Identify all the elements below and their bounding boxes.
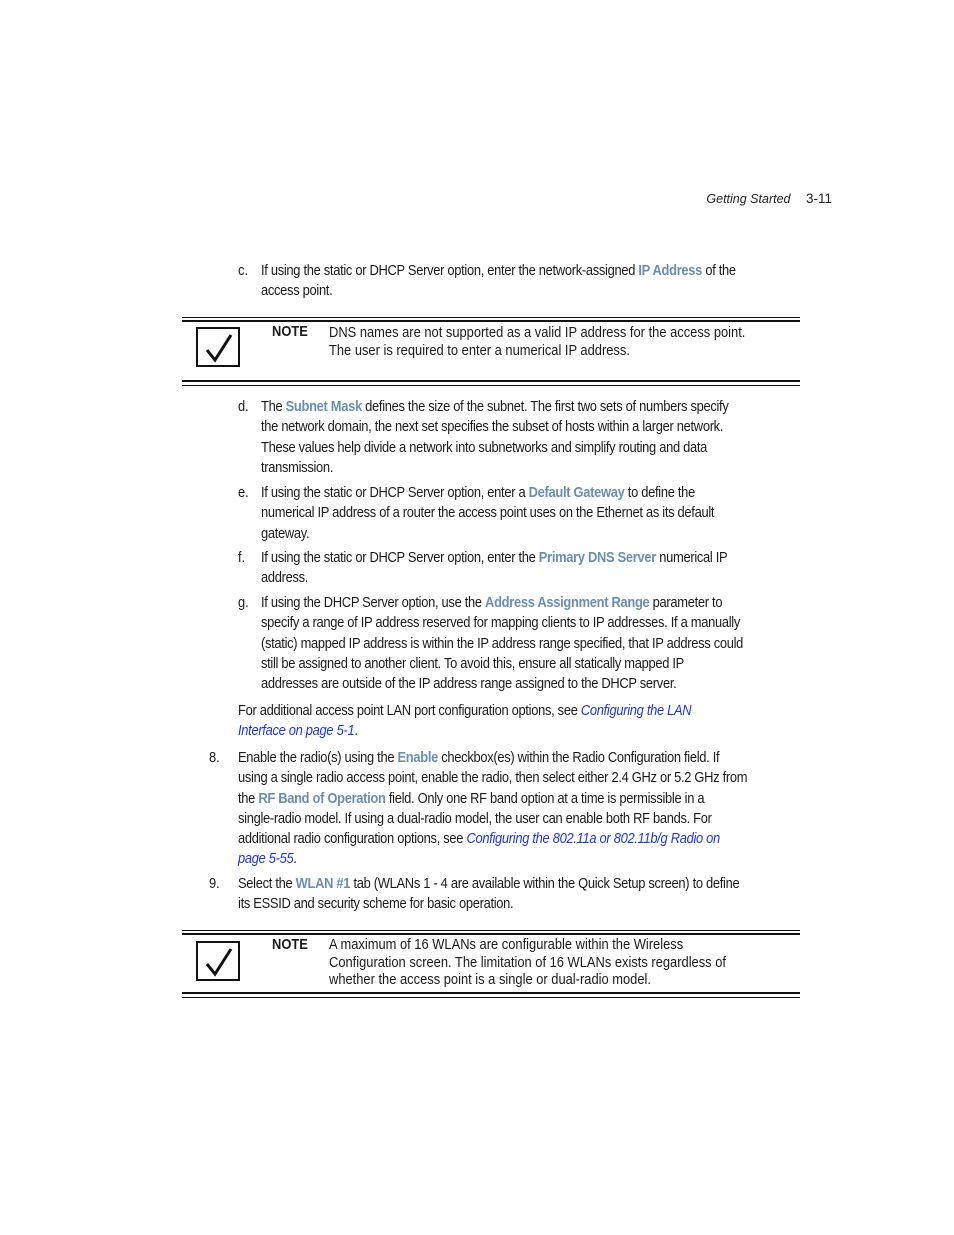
term-rf-band-of-operation: RF Band of Operation [258,789,386,807]
header-section-title: Getting Started [706,192,791,206]
note-text: A maximum of 16 WLANs are configurable w… [329,936,726,988]
note-divider [182,380,800,386]
term-subnet-mask: Subnet Mask [285,398,363,415]
step-d-label: d. [238,398,249,415]
note-divider [182,992,800,998]
link-configuring-lan-interface[interactable]: Configuring the LAN [581,702,692,719]
note-label: NOTE [272,936,308,953]
step-8-text: Enable the radio(s) using the Enable che… [238,749,748,868]
term-address-assignment-range: Address Assignment Range [485,594,650,611]
term-default-gateway: Default Gateway [528,484,625,501]
note-text: DNS names are not supported as a valid I… [329,324,746,359]
term-ip-address: IP Address [638,262,703,279]
checkmark-icon [196,941,240,981]
step-9-label: 9. [209,875,220,892]
page-number: 3-11 [805,191,832,206]
lan-config-paragraph: For additional access point LAN port con… [238,702,692,740]
term-wlan-1: WLAN #1 [295,875,351,892]
step-e-text: If using the static or DHCP Server optio… [261,484,715,542]
step-g-label: g. [238,594,249,611]
note-label: NOTE [272,323,308,340]
note-box-wlans: NOTE A maximum of 16 WLANs are configura… [182,930,800,998]
step-f-text: If using the static or DHCP Server optio… [261,549,728,587]
step-c-label: c. [238,262,249,279]
step-e-label: e. [238,484,249,501]
step-g-text: If using the DHCP Server option, use the… [261,594,744,693]
page-header: Getting Started 3-11 [706,191,832,206]
step-f-label: f. [238,549,246,566]
term-enable: Enable [397,749,438,766]
term-primary-dns-server: Primary DNS Server [538,549,657,566]
step-9-text: Select the WLAN #1 tab (WLANs 1 - 4 are … [238,875,740,913]
link-configuring-radio[interactable]: Configuring the 802.11a or 802.11b/g Rad… [466,830,720,847]
link-configuring-lan-interface-cont[interactable]: Interface on page 5-1 [238,722,355,739]
step-c-text: If using the static or DHCP Server optio… [261,262,736,300]
step-d-text: The Subnet Mask defines the size of the … [261,398,729,476]
checkmark-icon [196,327,240,367]
note-box-dns: NOTE DNS names are not supported as a va… [182,317,800,386]
link-configuring-radio-cont[interactable]: page 5-55 [238,850,294,867]
step-8-label: 8. [209,749,220,766]
